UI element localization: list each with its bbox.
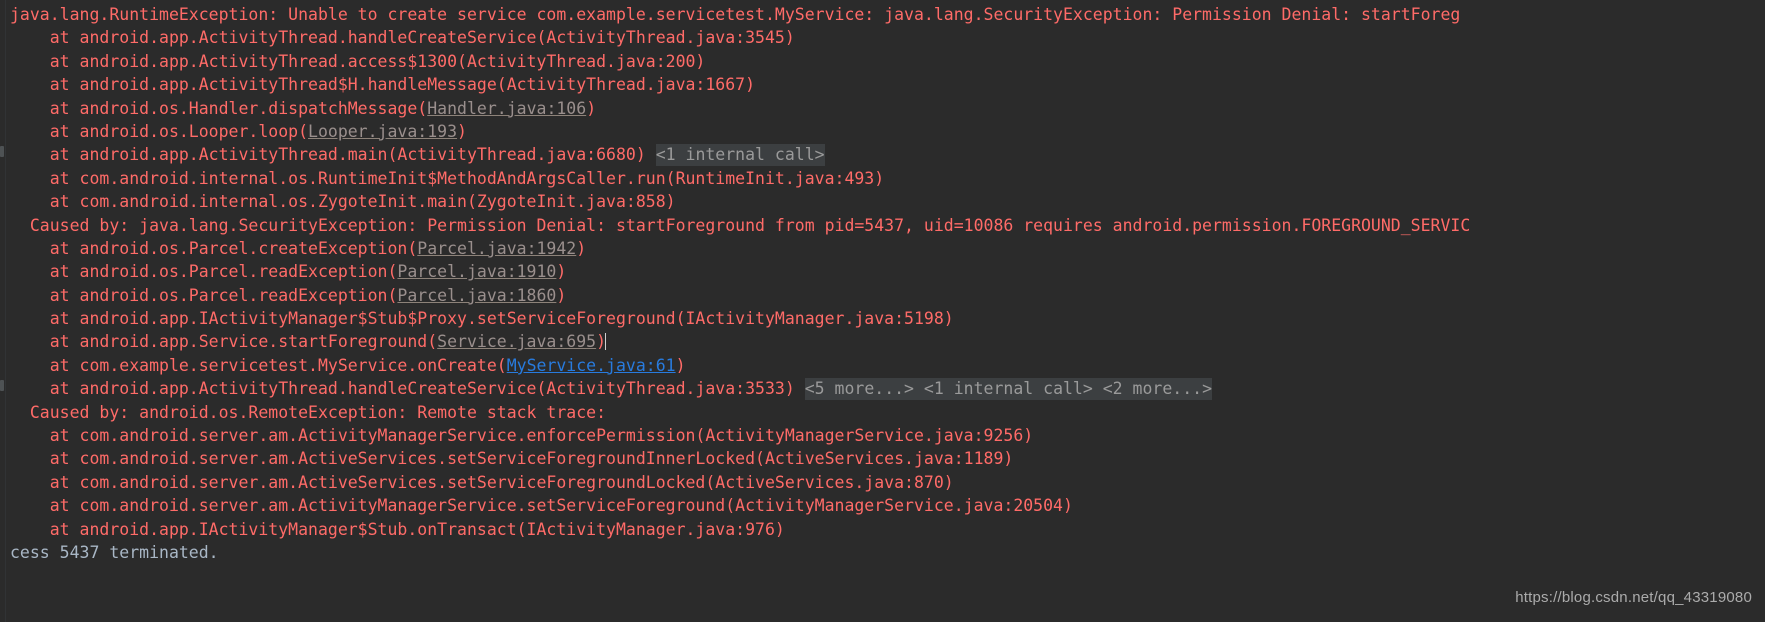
logcat-console[interactable]: java.lang.RuntimeException: Unable to cr… — [0, 0, 1765, 622]
stack-trace-text: at android.app.ActivityThread.main(Activ… — [10, 145, 656, 165]
stack-trace-line: Caused by: java.lang.SecurityException: … — [0, 214, 1765, 237]
stack-trace-text: ) — [556, 285, 567, 305]
stack-trace-text: ) — [675, 355, 686, 375]
stack-trace-text: at com.android.server.am.ActiveServices.… — [10, 449, 1014, 469]
stack-trace-text: at com.android.internal.os.RuntimeInit$M… — [10, 168, 885, 188]
source-link[interactable]: Parcel.java:1910 — [397, 262, 556, 281]
stack-trace-line: at android.app.Service.startForeground(S… — [0, 330, 1765, 353]
collapsed-frames-badge[interactable]: <5 more...> <1 internal call> <2 more...… — [804, 378, 1213, 401]
fold-marker[interactable] — [0, 146, 4, 157]
stack-trace-line: at android.os.Looper.loop(Looper.java:19… — [0, 120, 1765, 143]
stack-trace-line: at com.android.server.am.ActivityManager… — [0, 424, 1765, 447]
stack-trace-text: at android.app.IActivityManager$Stub$Pro… — [10, 309, 954, 329]
stack-trace-line: at android.os.Handler.dispatchMessage(Ha… — [0, 97, 1765, 120]
stack-trace-line: cess 5437 terminated. — [0, 541, 1765, 564]
collapsed-frames-badge[interactable]: <1 internal call> — [655, 144, 825, 167]
source-link[interactable]: Handler.java:106 — [427, 99, 586, 118]
source-link[interactable]: Looper.java:193 — [308, 122, 457, 141]
stack-trace-line: at android.app.ActivityThread.access$130… — [0, 50, 1765, 73]
fold-marker[interactable] — [0, 380, 4, 391]
stack-trace-line: at android.app.IActivityManager$Stub.onT… — [0, 518, 1765, 541]
stack-trace-text: at android.os.Looper.loop( — [10, 121, 309, 141]
stack-trace-text: at android.os.Parcel.createException( — [10, 238, 418, 258]
stack-trace-line: java.lang.RuntimeException: Unable to cr… — [0, 3, 1765, 26]
stack-trace-lines: java.lang.RuntimeException: Unable to cr… — [0, 3, 1765, 564]
source-link[interactable]: Parcel.java:1942 — [417, 239, 576, 258]
stack-trace-line: at android.app.ActivityThread.handleCrea… — [0, 377, 1765, 401]
stack-trace-text: at com.android.internal.os.ZygoteInit.ma… — [10, 192, 676, 212]
stack-trace-line: at android.app.ActivityThread.handleCrea… — [0, 26, 1765, 49]
stack-trace-text: at com.example.servicetest.MyService.onC… — [10, 355, 507, 375]
stack-trace-line: at com.android.server.am.ActivityManager… — [0, 494, 1765, 517]
stack-trace-line: at android.app.ActivityThread$H.handleMe… — [0, 73, 1765, 96]
text-caret — [605, 333, 607, 351]
stack-trace-text: at com.android.server.am.ActivityManager… — [10, 496, 1073, 516]
stack-trace-line: at android.app.ActivityThread.main(Activ… — [0, 143, 1765, 167]
stack-trace-line: at android.app.IActivityManager$Stub$Pro… — [0, 307, 1765, 330]
stack-trace-text: at android.app.ActivityThread.handleCrea… — [10, 28, 795, 48]
stack-trace-text: at com.android.server.am.ActivityManager… — [10, 426, 1034, 446]
stack-trace-line: at android.os.Parcel.readException(Parce… — [0, 284, 1765, 307]
stack-trace-text: at android.os.Parcel.readException( — [10, 262, 398, 282]
stack-trace-line: at com.android.server.am.ActiveServices.… — [0, 471, 1765, 494]
stack-trace-text: at com.android.server.am.ActiveServices.… — [10, 472, 954, 492]
source-link[interactable]: Service.java:695 — [437, 332, 596, 351]
stack-trace-text: Caused by: android.os.RemoteException: R… — [10, 402, 607, 422]
stack-trace-line: at android.os.Parcel.createException(Par… — [0, 237, 1765, 260]
stack-trace-text: at android.app.ActivityThread.handleCrea… — [10, 379, 805, 399]
stack-trace-text: at android.os.Handler.dispatchMessage( — [10, 98, 428, 118]
stack-trace-text: at android.app.Service.startForeground( — [10, 332, 438, 352]
watermark-text: https://blog.csdn.net/qq_43319080 — [1515, 588, 1752, 606]
stack-trace-text: ) — [586, 98, 597, 118]
project-source-link[interactable]: MyService.java:61 — [507, 356, 676, 375]
stack-trace-line: Caused by: android.os.RemoteException: R… — [0, 401, 1765, 424]
stack-trace-line: at com.example.servicetest.MyService.onC… — [0, 354, 1765, 377]
stack-trace-text: java.lang.RuntimeException: Unable to cr… — [10, 5, 1461, 24]
source-link[interactable]: Parcel.java:1860 — [397, 286, 556, 305]
stack-trace-text: ) — [576, 238, 587, 258]
stack-trace-line: at com.android.internal.os.ZygoteInit.ma… — [0, 190, 1765, 213]
stack-trace-text: at android.os.Parcel.readException( — [10, 285, 398, 305]
stack-trace-text: at android.app.IActivityManager$Stub.onT… — [10, 519, 785, 539]
stack-trace-text: cess 5437 terminated. — [10, 542, 219, 562]
stack-trace-line: at com.android.server.am.ActiveServices.… — [0, 447, 1765, 470]
stack-trace-text: Caused by: java.lang.SecurityException: … — [10, 215, 1471, 235]
stack-trace-line: at com.android.internal.os.RuntimeInit$M… — [0, 167, 1765, 190]
stack-trace-text: ) — [457, 121, 467, 141]
stack-trace-text: at android.app.ActivityThread.access$130… — [10, 51, 706, 71]
stack-trace-line: at android.os.Parcel.readException(Parce… — [0, 260, 1765, 283]
stack-trace-text: at android.app.ActivityThread$H.handleMe… — [10, 75, 756, 95]
stack-trace-text: ) — [556, 262, 567, 282]
